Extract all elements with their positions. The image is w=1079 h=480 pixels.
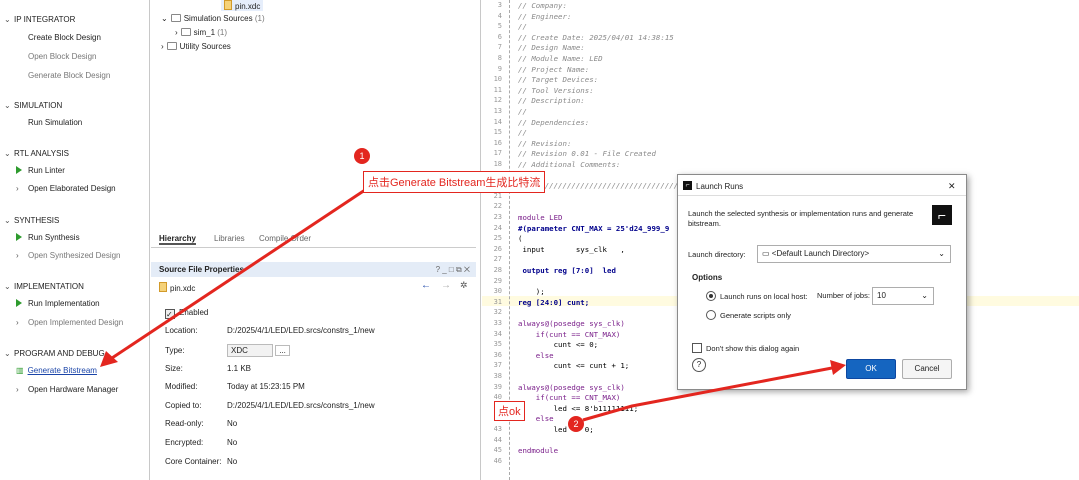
- callout-generate-bitstream: 点击Generate Bitstream生成比特流: [363, 171, 546, 193]
- callout-click-ok: 点ok: [494, 401, 525, 421]
- annotation-arrows: [100, 188, 846, 422]
- step-badge-2: 2: [568, 416, 584, 432]
- step-badge-1: 1: [354, 148, 370, 164]
